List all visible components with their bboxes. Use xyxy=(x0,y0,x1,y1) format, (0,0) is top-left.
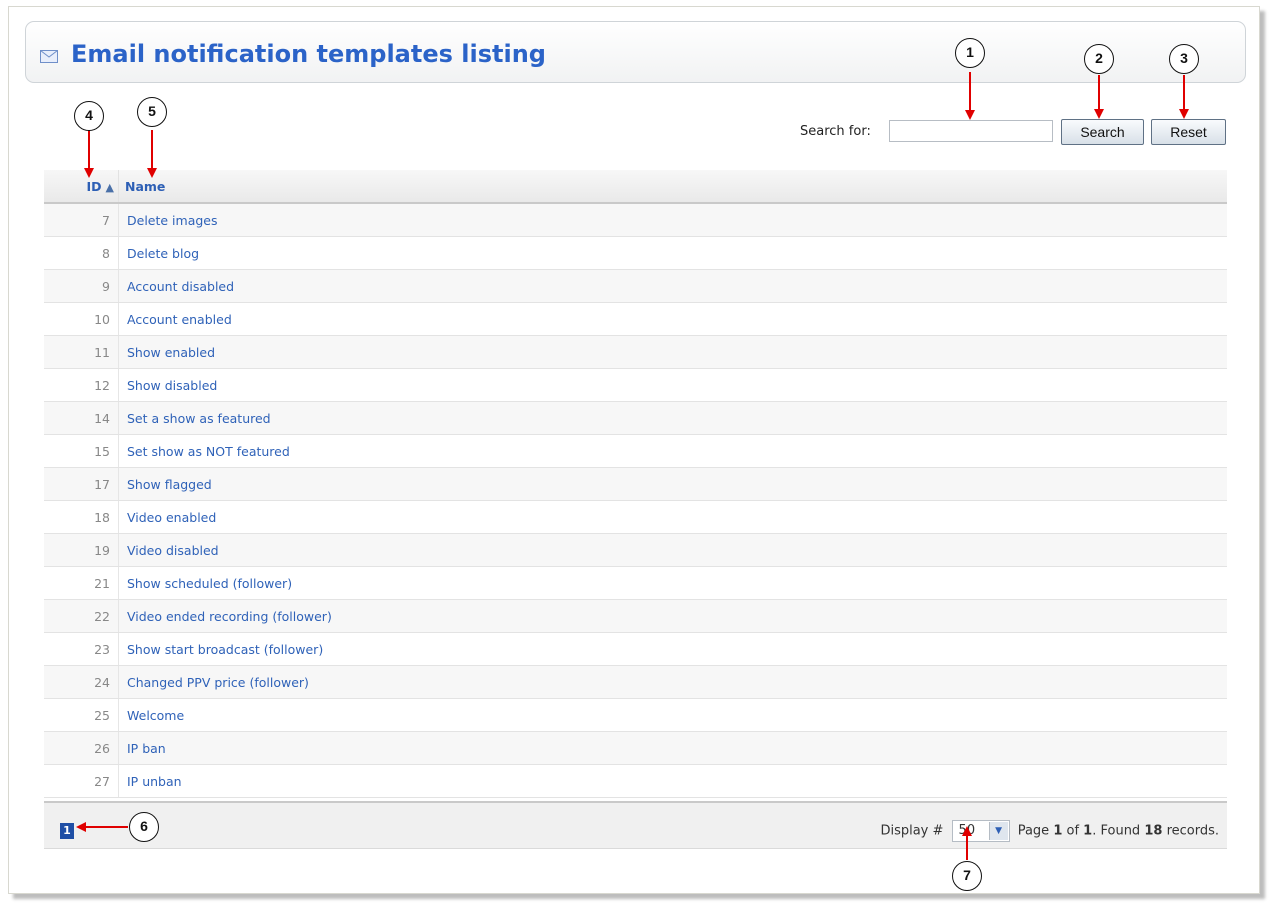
row-id: 18 xyxy=(44,500,119,534)
page-title: Email notification templates listing xyxy=(71,40,546,68)
found-text: . Found xyxy=(1092,823,1141,839)
table-header-row: ID ▲ Name xyxy=(44,170,1227,204)
row-name-link[interactable]: Set show as NOT featured xyxy=(118,434,1227,468)
row-name-link[interactable]: Delete blog xyxy=(118,236,1227,270)
table-row: 9 Account disabled xyxy=(44,269,1227,303)
row-id: 15 xyxy=(44,434,119,468)
table-row: 17 Show flagged xyxy=(44,467,1227,501)
row-id: 10 xyxy=(44,302,119,336)
row-id: 21 xyxy=(44,566,119,600)
table-row: 27 IP unban xyxy=(44,764,1227,798)
row-name-link[interactable]: Account enabled xyxy=(118,302,1227,336)
row-id: 23 xyxy=(44,632,119,666)
sort-ascending-icon[interactable]: ▲ xyxy=(106,181,114,194)
table-row: 12 Show disabled xyxy=(44,368,1227,402)
row-name-link[interactable]: Welcome xyxy=(118,698,1227,732)
row-name-link[interactable]: Show scheduled (follower) xyxy=(118,566,1227,600)
row-id: 11 xyxy=(44,335,119,369)
row-id: 22 xyxy=(44,599,119,633)
title-bar: Email notification templates listing xyxy=(25,21,1246,83)
page-text: Page xyxy=(1017,823,1050,839)
row-name-link[interactable]: Changed PPV price (follower) xyxy=(118,665,1227,699)
table-row: 25 Welcome xyxy=(44,698,1227,732)
display-label: Display # xyxy=(880,823,944,839)
row-id: 26 xyxy=(44,731,119,765)
annotation-7: 7 xyxy=(952,861,982,891)
reset-button[interactable]: Reset xyxy=(1151,119,1226,145)
table-row: 10 Account enabled xyxy=(44,302,1227,336)
row-id: 24 xyxy=(44,665,119,699)
row-id: 9 xyxy=(44,269,119,303)
records-text: records. xyxy=(1166,823,1219,839)
row-name-link[interactable]: Set a show as featured xyxy=(118,401,1227,435)
table-row: 15 Set show as NOT featured xyxy=(44,434,1227,468)
envelope-icon xyxy=(40,50,58,63)
table-row: 21 Show scheduled (follower) xyxy=(44,566,1227,600)
row-id: 12 xyxy=(44,368,119,402)
display-count-select[interactable]: 50 ▼ xyxy=(951,820,1010,842)
record-count: 18 xyxy=(1144,823,1163,839)
row-name-link[interactable]: IP ban xyxy=(118,731,1227,765)
row-name-link[interactable]: Account disabled xyxy=(118,269,1227,303)
row-id: 8 xyxy=(44,236,119,270)
display-count-value: 50 xyxy=(958,823,976,838)
page-current: 1 xyxy=(1053,823,1063,839)
annotation-5: 5 xyxy=(137,97,167,127)
annotation-4: 4 xyxy=(74,101,104,131)
of-text: of xyxy=(1066,823,1080,839)
annotation-6: 6 xyxy=(129,812,159,842)
table-row: 23 Show start broadcast (follower) xyxy=(44,632,1227,666)
row-name-link[interactable]: IP unban xyxy=(118,764,1227,798)
table-row: 7 Delete images xyxy=(44,203,1227,237)
table-row: 14 Set a show as featured xyxy=(44,401,1227,435)
row-id: 25 xyxy=(44,698,119,732)
row-name-link[interactable]: Show start broadcast (follower) xyxy=(118,632,1227,666)
row-name-link[interactable]: Show enabled xyxy=(118,335,1227,369)
page-button-current[interactable]: 1 xyxy=(60,823,74,839)
column-header-id-label[interactable]: ID xyxy=(87,179,102,194)
row-id: 19 xyxy=(44,533,119,567)
column-header-name[interactable]: Name xyxy=(118,170,1227,204)
row-id: 17 xyxy=(44,467,119,501)
row-name-link[interactable]: Video enabled xyxy=(118,500,1227,534)
column-header-name-label[interactable]: Name xyxy=(125,179,165,194)
annotation-2: 2 xyxy=(1084,44,1114,74)
pager-info: Display # 50 ▼ Page 1 of 1. Found 18 reco… xyxy=(880,820,1219,842)
table-row: 26 IP ban xyxy=(44,731,1227,765)
search-button[interactable]: Search xyxy=(1061,119,1144,145)
row-name-link[interactable]: Show flagged xyxy=(118,467,1227,501)
row-name-link[interactable]: Video ended recording (follower) xyxy=(118,599,1227,633)
column-header-id[interactable]: ID ▲ xyxy=(44,170,119,204)
annotation-1: 1 xyxy=(955,38,985,68)
chevron-down-icon[interactable]: ▼ xyxy=(988,822,1008,840)
row-name-link[interactable]: Show disabled xyxy=(118,368,1227,402)
table-row: 18 Video enabled xyxy=(44,500,1227,534)
table-row: 24 Changed PPV price (follower) xyxy=(44,665,1227,699)
row-name-link[interactable]: Delete images xyxy=(118,203,1227,237)
table-footer: 1 Display # 50 ▼ Page 1 of 1. Found 18 re… xyxy=(44,801,1227,849)
table-row: 19 Video disabled xyxy=(44,533,1227,567)
search-input[interactable] xyxy=(889,120,1053,142)
search-label: Search for: xyxy=(800,124,871,139)
templates-table: ID ▲ Name 7 Delete images 8 Delete blog 9 Acco… xyxy=(44,170,1227,798)
row-id: 7 xyxy=(44,203,119,237)
row-id: 14 xyxy=(44,401,119,435)
table-row: 22 Video ended recording (follower) xyxy=(44,599,1227,633)
table-row: 11 Show enabled xyxy=(44,335,1227,369)
page-total: 1 xyxy=(1083,823,1093,839)
row-name-link[interactable]: Video disabled xyxy=(118,533,1227,567)
annotation-3: 3 xyxy=(1169,44,1199,74)
table-row: 8 Delete blog xyxy=(44,236,1227,270)
row-id: 27 xyxy=(44,764,119,798)
